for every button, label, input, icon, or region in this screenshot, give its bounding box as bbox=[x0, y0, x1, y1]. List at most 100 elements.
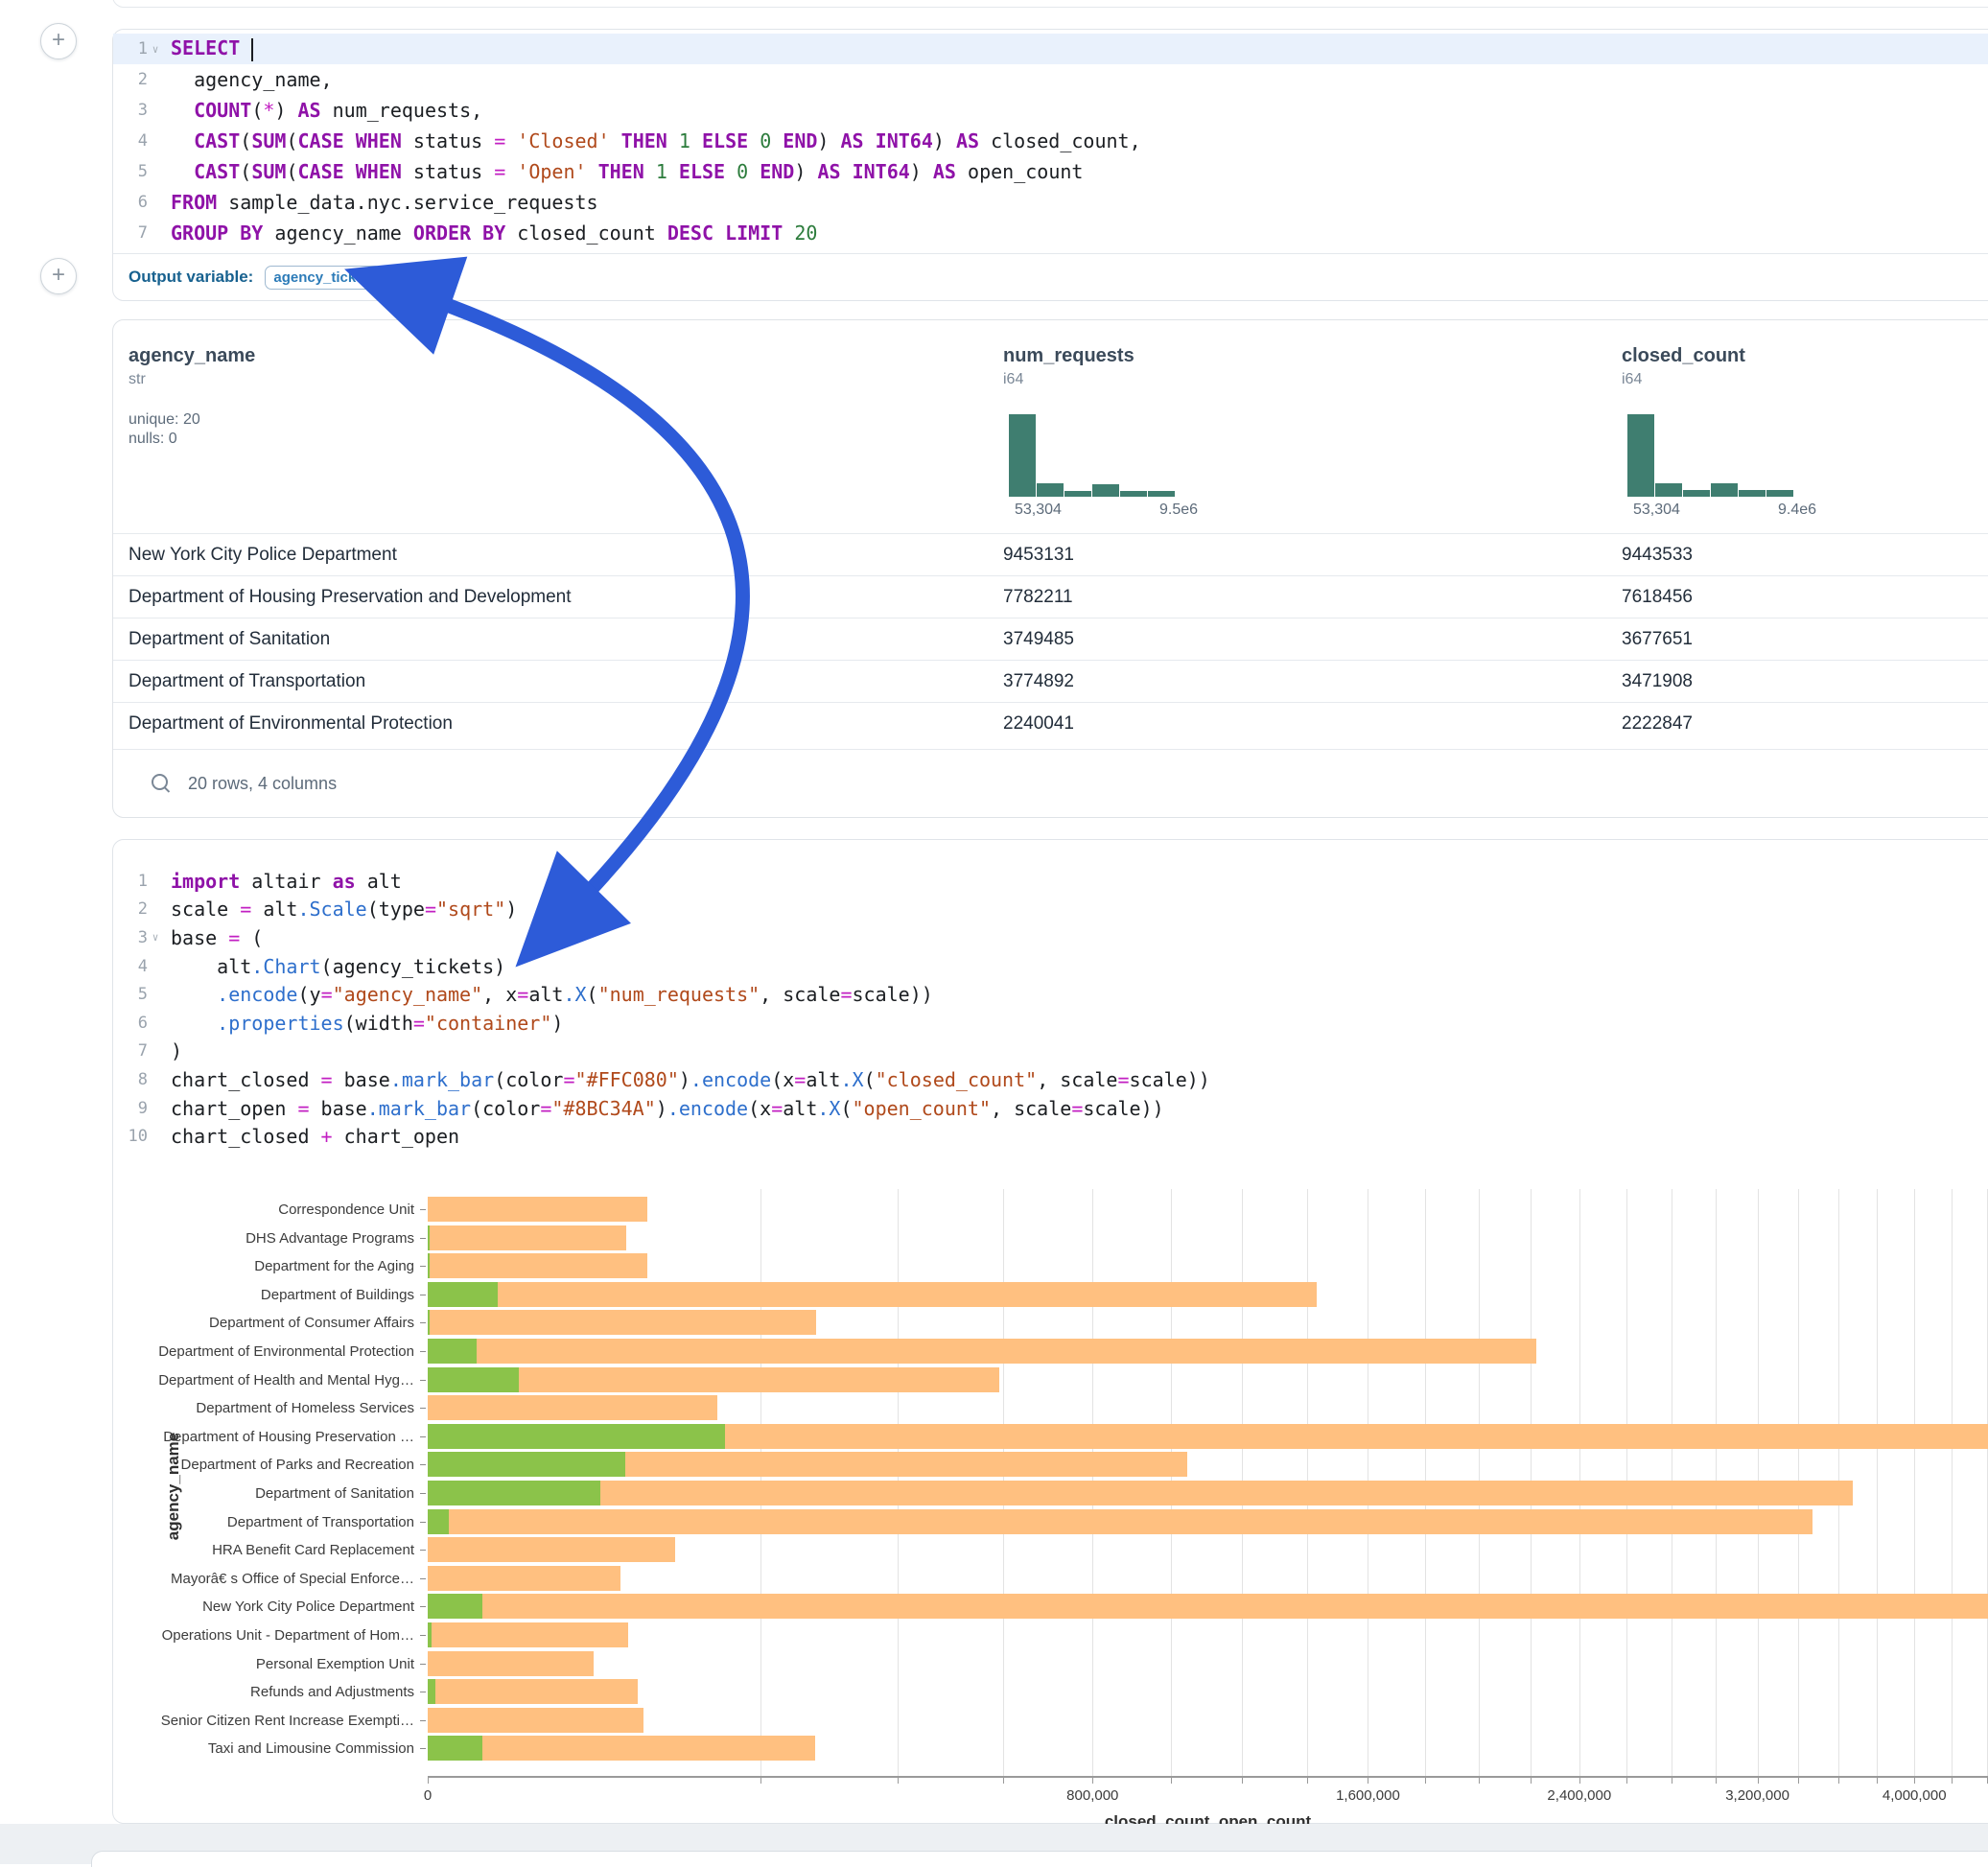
x-axis-tick-label: 800,000 bbox=[1066, 1787, 1118, 1804]
code-line-6[interactable]: 6FROM sample_data.nyc.service_requests bbox=[113, 187, 1988, 218]
bar-open-count[interactable] bbox=[428, 1679, 435, 1704]
table-row[interactable]: Department of Housing Preservation and D… bbox=[113, 575, 1988, 618]
histogram-max-label: 9.4e6 bbox=[1778, 502, 1816, 519]
code-line-4[interactable]: 4 alt.Chart(agency_tickets) bbox=[113, 952, 1988, 981]
bar-closed-count[interactable] bbox=[428, 1310, 816, 1335]
output-variable-pill[interactable]: agency_tickets bbox=[265, 266, 382, 290]
bar-closed-count[interactable] bbox=[428, 1708, 643, 1733]
table-row[interactable]: Department of Environmental Protection22… bbox=[113, 702, 1988, 745]
table-row[interactable]: Department of Transportation377489234719… bbox=[113, 660, 1988, 703]
bar-closed-count[interactable] bbox=[428, 1395, 717, 1420]
y-axis-label: New York City Police Department bbox=[112, 1599, 414, 1614]
bar-closed-count[interactable] bbox=[428, 1282, 1317, 1307]
bar-open-count[interactable] bbox=[428, 1622, 432, 1647]
code-line-6[interactable]: 6 .properties(width="container") bbox=[113, 1009, 1988, 1038]
sql-code-editor[interactable]: 1∨SELECT 2 agency_name,3 COUNT(*) AS num… bbox=[113, 34, 1988, 248]
bar-closed-count[interactable] bbox=[428, 1339, 1536, 1364]
fold-chevron-icon[interactable]: ∨ bbox=[148, 931, 163, 944]
bar-open-count[interactable] bbox=[428, 1736, 482, 1761]
bar-open-count[interactable] bbox=[428, 1339, 477, 1364]
fold-chevron-icon[interactable]: ∨ bbox=[148, 43, 163, 56]
code-text: CAST(SUM(CASE WHEN status = 'Closed' THE… bbox=[163, 129, 1141, 152]
code-line-1[interactable]: 1∨SELECT bbox=[113, 34, 1988, 64]
bar-closed-count[interactable] bbox=[428, 1225, 626, 1250]
code-text: SELECT bbox=[163, 36, 253, 61]
bar-open-count[interactable] bbox=[428, 1481, 600, 1505]
bar-open-count[interactable] bbox=[428, 1452, 625, 1477]
table-cell: Department of Sanitation bbox=[113, 629, 1003, 650]
x-axis-tick bbox=[1877, 1778, 1878, 1784]
search-icon[interactable] bbox=[152, 774, 171, 793]
column-histogram bbox=[1627, 414, 1794, 497]
bar-closed-count[interactable] bbox=[428, 1651, 594, 1676]
table-cell: 3749485 bbox=[1003, 629, 1622, 650]
code-line-1[interactable]: 1import altair as alt bbox=[113, 867, 1988, 896]
code-line-4[interactable]: 4 CAST(SUM(CASE WHEN status = 'Closed' T… bbox=[113, 126, 1988, 156]
code-text: scale = alt.Scale(type="sqrt") bbox=[163, 898, 517, 921]
y-axis-tick bbox=[420, 1351, 426, 1352]
line-number: 2 bbox=[113, 899, 148, 919]
table-row[interactable]: New York City Police Department945313194… bbox=[113, 533, 1988, 576]
python-code-editor[interactable]: 1import altair as alt 2 scale = alt.Scale(… bbox=[113, 867, 1988, 1151]
bar-closed-count[interactable] bbox=[428, 1736, 815, 1761]
bar-open-count[interactable] bbox=[428, 1367, 519, 1392]
x-axis-tick bbox=[428, 1778, 429, 1784]
bar-open-count[interactable] bbox=[428, 1253, 430, 1278]
code-line-2[interactable]: 2 scale = alt.Scale(type="sqrt") bbox=[113, 896, 1988, 924]
bar-closed-count[interactable] bbox=[428, 1481, 1853, 1505]
code-line-3[interactable]: 3∨base = ( bbox=[113, 923, 1988, 952]
bar-open-count[interactable] bbox=[428, 1225, 430, 1250]
bar-closed-count[interactable] bbox=[428, 1509, 1813, 1534]
table-cell: 7618456 bbox=[1622, 587, 1988, 608]
y-axis-tick bbox=[420, 1380, 426, 1381]
table-row[interactable]: Department of Sanitation37494853677651 bbox=[113, 618, 1988, 661]
bar-closed-count[interactable] bbox=[428, 1679, 638, 1704]
line-number: 3 bbox=[113, 928, 148, 947]
code-line-10[interactable]: 10chart_closed + chart_open bbox=[113, 1122, 1988, 1151]
column-name: agency_name bbox=[129, 345, 255, 367]
x-axis-tick-label: 4,000,000 bbox=[1883, 1787, 1947, 1804]
column-stat: unique: 20 bbox=[129, 411, 255, 429]
table-cell: 7782211 bbox=[1003, 587, 1622, 608]
bar-open-count[interactable] bbox=[428, 1282, 498, 1307]
code-line-5[interactable]: 5 CAST(SUM(CASE WHEN status = 'Open' THE… bbox=[113, 156, 1988, 187]
bar-closed-count[interactable] bbox=[428, 1537, 675, 1562]
code-text: base = ( bbox=[163, 926, 263, 949]
code-line-5[interactable]: 5 .encode(y="agency_name", x=alt.X("num_… bbox=[113, 980, 1988, 1009]
bar-closed-count[interactable] bbox=[428, 1594, 1988, 1619]
add-cell-button-top[interactable]: + bbox=[40, 23, 77, 59]
add-cell-button-output[interactable]: + bbox=[40, 258, 77, 294]
bar-open-count[interactable] bbox=[428, 1310, 430, 1335]
gridline bbox=[1952, 1189, 1953, 1776]
column-header-closed_count[interactable]: closed_counti64 bbox=[1622, 345, 1745, 388]
code-line-7[interactable]: 7 GROUP BY agency_name ORDER BY closed_co… bbox=[113, 218, 1988, 248]
column-header-agency_name[interactable]: agency_namestrunique: 20nulls: 0 bbox=[129, 345, 255, 448]
y-axis-tick bbox=[420, 1266, 426, 1267]
line-number: 7 bbox=[113, 223, 148, 243]
y-axis-label: Department of Environmental Protection bbox=[112, 1344, 414, 1359]
code-line-9[interactable]: 9chart_open = base.mark_bar(color="#8BC3… bbox=[113, 1094, 1988, 1123]
code-line-3[interactable]: 3 COUNT(*) AS num_requests, bbox=[113, 95, 1988, 126]
code-text: GROUP BY agency_name ORDER BY closed_cou… bbox=[163, 222, 817, 245]
code-line-7[interactable]: 7) bbox=[113, 1038, 1988, 1066]
y-axis-tick bbox=[420, 1522, 426, 1523]
x-axis-tick bbox=[1626, 1778, 1627, 1784]
y-axis-tick bbox=[420, 1209, 426, 1210]
x-axis-tick bbox=[1092, 1778, 1093, 1784]
bar-closed-count[interactable] bbox=[428, 1197, 647, 1222]
x-axis-tick bbox=[1171, 1778, 1172, 1784]
bar-closed-count[interactable] bbox=[428, 1566, 620, 1591]
line-number: 3 bbox=[113, 101, 148, 120]
line-number: 4 bbox=[113, 957, 148, 976]
bar-open-count[interactable] bbox=[428, 1509, 449, 1534]
bar-closed-count[interactable] bbox=[428, 1253, 647, 1278]
column-header-num_requests[interactable]: num_requestsi64 bbox=[1003, 345, 1134, 388]
bar-open-count[interactable] bbox=[428, 1424, 725, 1449]
bar-open-count[interactable] bbox=[428, 1594, 482, 1619]
x-axis-tick bbox=[1758, 1778, 1759, 1784]
code-line-8[interactable]: 8chart_closed = base.mark_bar(color="#FF… bbox=[113, 1065, 1988, 1094]
x-axis-tick-label: 2,400,000 bbox=[1547, 1787, 1611, 1804]
y-axis-label: Department of Health and Mental Hyg… bbox=[112, 1373, 414, 1388]
bar-closed-count[interactable] bbox=[428, 1622, 628, 1647]
code-line-2[interactable]: 2 agency_name, bbox=[113, 64, 1988, 95]
